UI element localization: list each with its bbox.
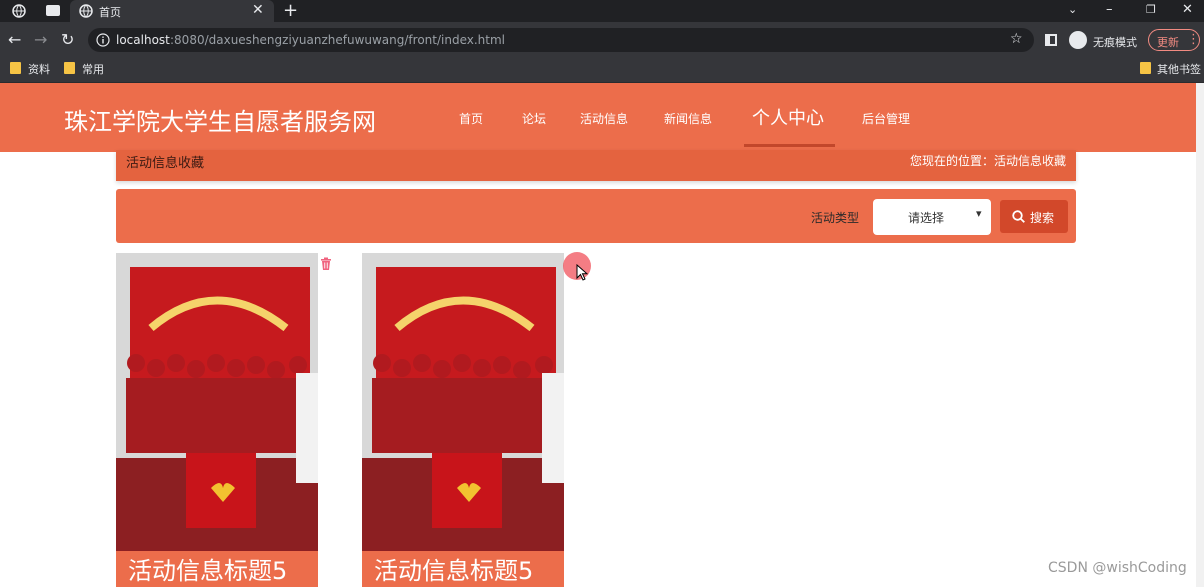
chevron-down-icon[interactable]: ⌄ [1068,3,1077,16]
trash-icon[interactable] [319,257,333,271]
select-value: 请选择 [908,211,945,225]
tab-home[interactable]: 首页 ✕ [70,0,274,22]
breadcrumb: 活动信息收藏 您现在的位置：活动信息收藏 [116,150,1076,181]
url-path: :8080/daxueshengziyuanzhefuwuwang/front/… [170,33,505,47]
globe-icon[interactable] [12,4,26,18]
folder-icon [64,62,75,74]
search-button[interactable]: 搜索 [1000,200,1068,233]
search-icon [1012,210,1025,223]
folder-icon [1140,62,1151,74]
update-label: 更新 [1157,36,1179,49]
tab-search-icon[interactable] [46,5,60,16]
nav-news[interactable]: 新闻信息 [664,110,712,127]
favorite-card[interactable]: 活动信息标题5 [362,253,564,587]
cursor-icon [576,264,588,281]
incognito-label: 无痕模式 [1093,36,1137,49]
nav-activity[interactable]: 活动信息 [580,110,628,127]
nav-admin[interactable]: 后台管理 [862,110,910,127]
activity-photo [116,253,318,551]
info-icon[interactable] [96,33,110,47]
activity-photo [362,253,564,551]
url-host: localhost [116,33,170,47]
activity-type-select[interactable]: 请选择 ▾ [873,199,991,235]
current-location: 您现在的位置：活动信息收藏 [909,154,1066,168]
nav-home[interactable]: 首页 [459,110,483,127]
page-title: 活动信息收藏 [126,156,205,171]
chevron-down-icon: ▾ [976,207,982,220]
back-icon[interactable]: ← [8,30,21,49]
bookmark-star-icon[interactable]: ☆ [1010,31,1023,47]
site-title[interactable]: 珠江学院大学生自愿者服务网 [64,102,376,137]
filter-label: 活动类型 [811,211,860,225]
watermark: CSDN @wishCoding [1048,560,1187,576]
site-header: 珠江学院大学生自愿者服务网 首页 论坛 活动信息 新闻信息 个人中心 后台管理 [0,83,1196,152]
globe-icon [79,4,93,18]
search-button-label: 搜索 [1030,211,1055,225]
bookmark-item[interactable]: 常用 [82,61,104,77]
new-tab-icon[interactable]: + [283,0,298,21]
bookmark-item[interactable]: 资料 [28,61,50,77]
update-button[interactable]: 更新 ⋮ [1148,29,1200,51]
address-bar[interactable]: localhost :8080/daxueshengziyuanzhefuwuw… [88,28,1034,52]
bookmarks-bar [0,57,1204,83]
nav-personal-center[interactable]: 个人中心 [752,104,824,130]
close-tab-icon[interactable]: ✕ [252,2,264,18]
card-title: 活动信息标题5 [362,551,564,587]
more-menu-icon: ⋮ [1187,32,1200,47]
nav-forum[interactable]: 论坛 [522,110,546,127]
browser-tab-strip: 首页 ✕ + ⌄ – ❐ ✕ [0,0,1204,22]
favorite-card[interactable]: 活动信息标题5 [116,253,318,587]
reload-icon[interactable]: ↻ [61,30,74,49]
minimize-icon[interactable]: – [1106,2,1113,17]
close-window-icon[interactable]: ✕ [1182,2,1193,17]
page-scrollbar[interactable] [1196,83,1204,587]
restore-icon[interactable]: ❐ [1146,3,1156,16]
sidebar-icon[interactable] [1045,34,1057,46]
tab-title: 首页 [99,6,121,19]
folder-icon [10,62,21,74]
other-bookmarks[interactable]: 其他书签 [1157,61,1201,77]
active-nav-indicator [744,144,835,147]
incognito-icon[interactable] [1069,31,1087,49]
forward-icon[interactable]: → [34,30,47,49]
search-panel: 活动类型 请选择 ▾ 搜索 [116,189,1076,243]
card-title: 活动信息标题5 [116,551,318,587]
